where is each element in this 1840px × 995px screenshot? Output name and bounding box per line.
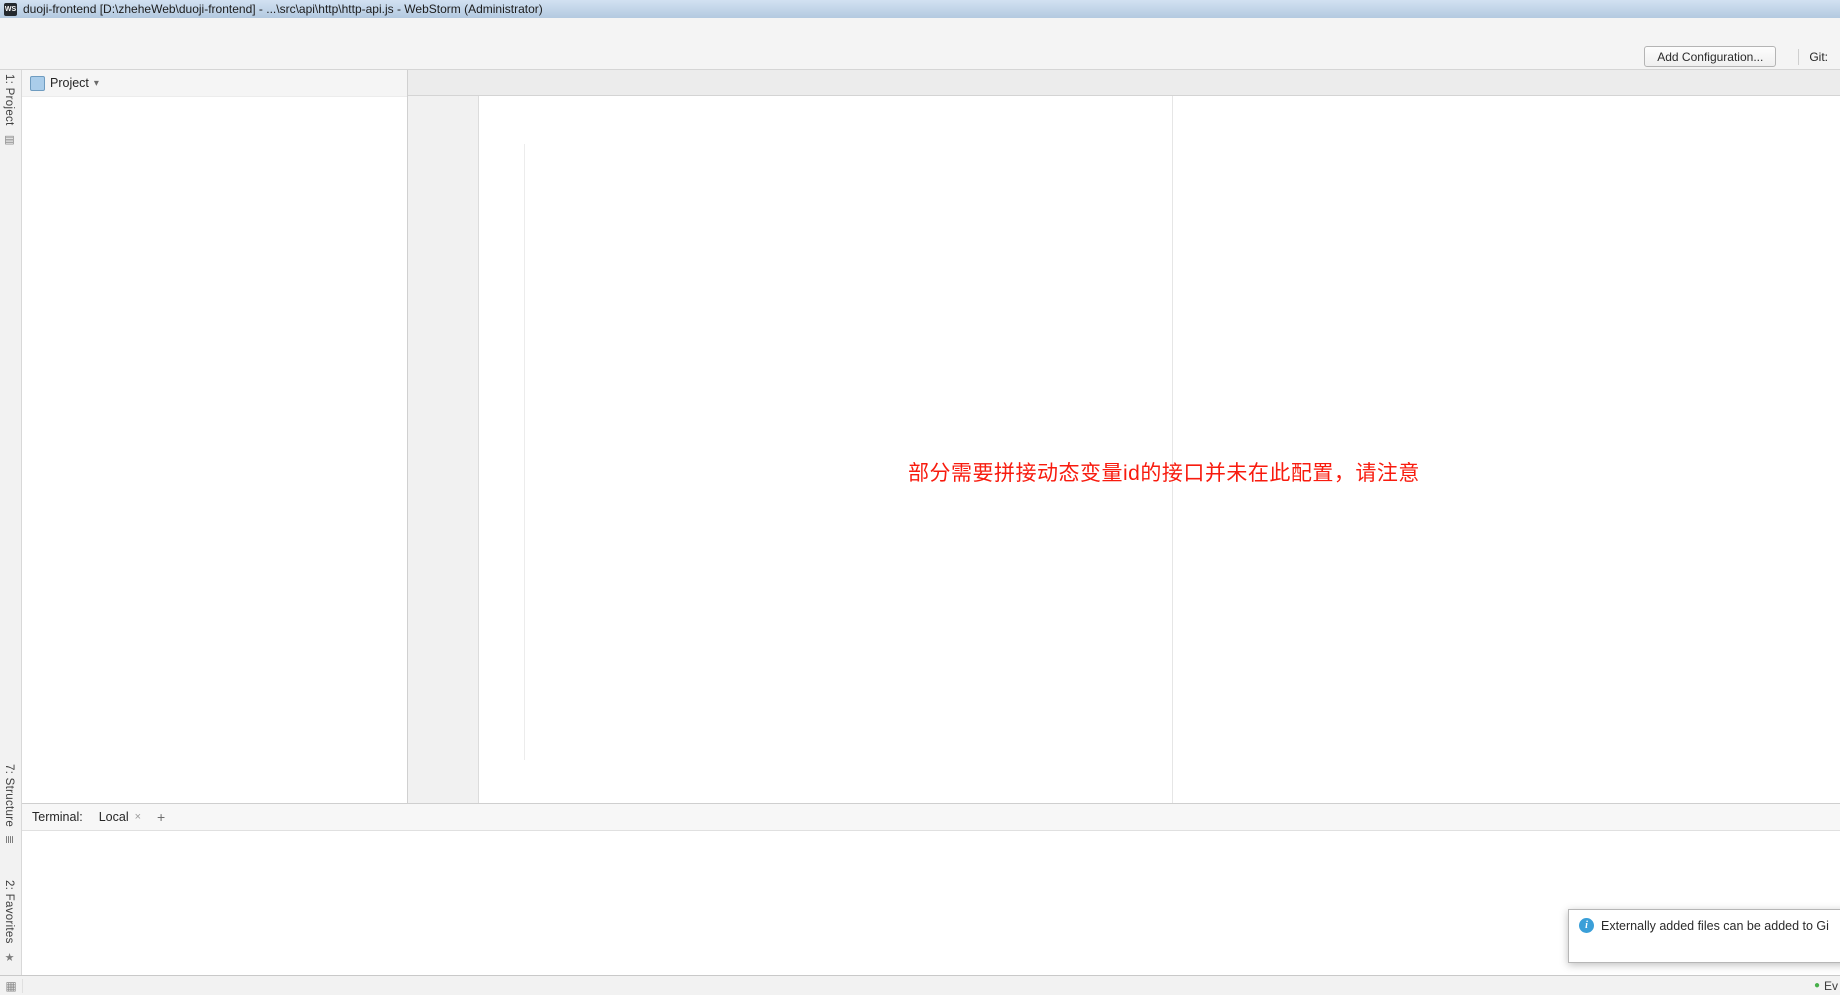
project-icon: ▤ [3,133,15,146]
toolbar-divider [1798,49,1799,65]
add-configuration-button[interactable]: Add Configuration... [1644,46,1776,67]
star-icon: ★ [3,951,15,964]
tool-window-button-favorites[interactable]: 2: Favorites ★ [3,880,16,969]
webstorm-logo-icon: WS [4,3,17,16]
toolbar-right: Add Configuration... Git: [1644,46,1834,67]
git-label: Git: [1809,50,1828,64]
annotation-text: 部分需要拼接动态变量id的接口并未在此配置，请注意 [908,457,1420,487]
terminal-label: Terminal: [32,810,83,824]
terminal-header: Terminal: Local× + [22,804,1840,831]
new-terminal-icon[interactable]: + [157,809,165,825]
window-titlebar[interactable]: WS duoji-frontend [D:\zheheWeb\duoji-fro… [0,0,1840,18]
main-toolbar: Add Configuration... Git: [0,44,1840,70]
status-bar: ▦ ● Ev [0,975,1840,995]
indent-guide [524,144,525,760]
project-view-selector[interactable]: Project ▾ [30,76,99,91]
event-log-widget[interactable]: ● Ev [1814,979,1840,993]
editor-tabs [408,70,1840,96]
tool-window-button-structure[interactable]: 7: Structure ≣ [3,764,16,848]
project-badge-icon [30,76,45,91]
right-margin-guide [1172,96,1173,803]
project-tree [22,96,407,803]
code-lines [408,96,1840,98]
project-panel: Project ▾ [22,70,408,803]
tool-window-switcher-icon[interactable]: ▦ [0,979,23,993]
chevron-down-icon: ▾ [94,78,99,89]
structure-icon: ≣ [3,835,15,845]
project-panel-header: Project ▾ [22,70,407,97]
close-icon[interactable]: × [135,811,141,823]
notification-text: Externally added files can be added to G… [1601,919,1829,933]
terminal-tab-local[interactable]: Local× [93,808,147,826]
editor-area [408,70,1840,803]
code-editor[interactable] [408,96,1840,803]
notification-popup: i Externally added files can be added to… [1568,909,1840,963]
info-icon: i [1579,918,1594,933]
window-title: duoji-frontend [D:\zheheWeb\duoji-fronte… [23,2,543,16]
tool-window-button-project[interactable]: 1: Project ▤ [3,74,16,150]
menu-bar [0,18,1840,44]
editor-gutter [408,96,479,803]
event-log-dot-icon: ● [1814,980,1820,991]
